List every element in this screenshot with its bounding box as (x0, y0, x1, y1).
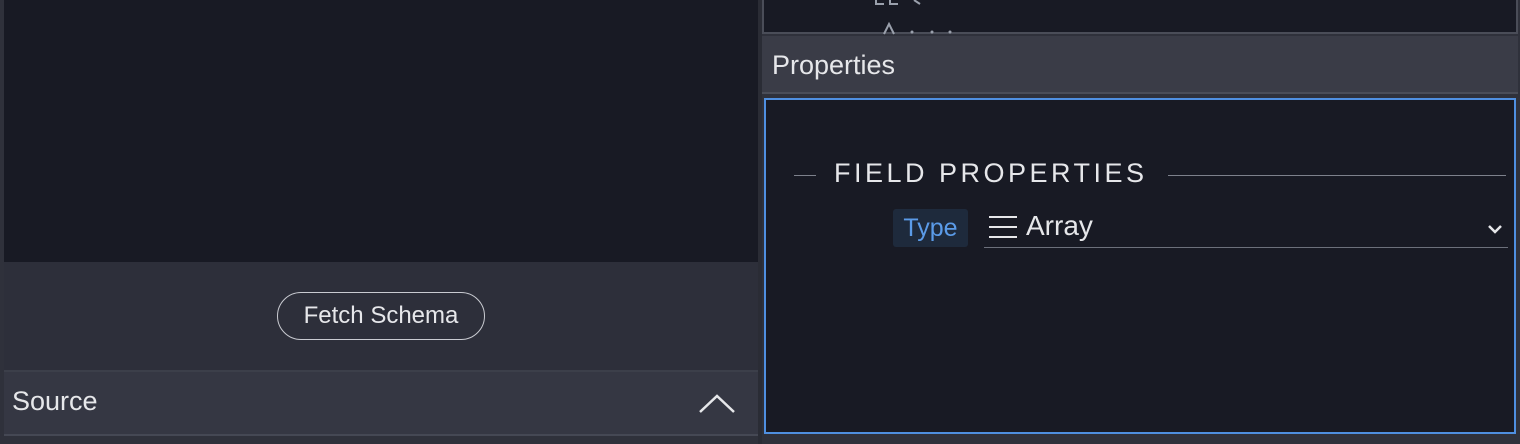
section-divider-right (1168, 175, 1506, 176)
section-divider-left (794, 175, 816, 176)
tree-fragment-icon (875, 0, 952, 35)
type-select[interactable]: Array (984, 206, 1508, 248)
properties-title: Properties (772, 50, 896, 80)
properties-header[interactable]: Properties (762, 36, 1518, 94)
type-label: Type (893, 209, 968, 247)
source-label: Source (12, 386, 98, 416)
source-section-header[interactable]: Source (4, 372, 758, 436)
field-properties-heading: FIELD PROPERTIES (834, 158, 1148, 188)
fetch-schema-button[interactable]: Fetch Schema (277, 292, 485, 340)
chevron-up-icon[interactable] (696, 388, 738, 418)
schema-tree-area (4, 0, 758, 262)
list-icon (989, 216, 1017, 238)
type-value: Array (1026, 210, 1093, 241)
chevron-down-icon[interactable] (1486, 222, 1504, 236)
properties-panel (764, 98, 1516, 434)
schema-panel (0, 0, 760, 436)
